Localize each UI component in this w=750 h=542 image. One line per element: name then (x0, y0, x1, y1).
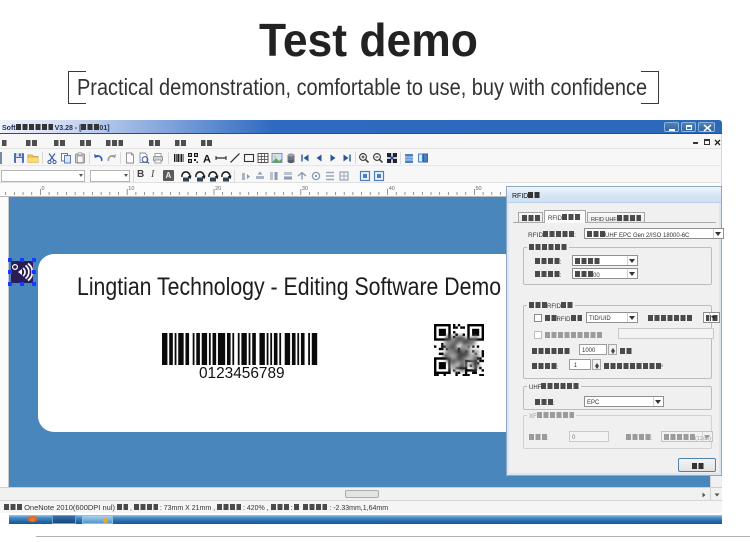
svg-text:40: 40 (389, 186, 395, 192)
svg-text:10: 10 (128, 186, 134, 192)
svg-text:A: A (203, 154, 211, 165)
svg-text:0: 0 (42, 186, 45, 192)
svg-text:20: 20 (215, 186, 221, 192)
svg-text:30: 30 (302, 186, 308, 192)
svg-text:50: 50 (476, 186, 482, 192)
